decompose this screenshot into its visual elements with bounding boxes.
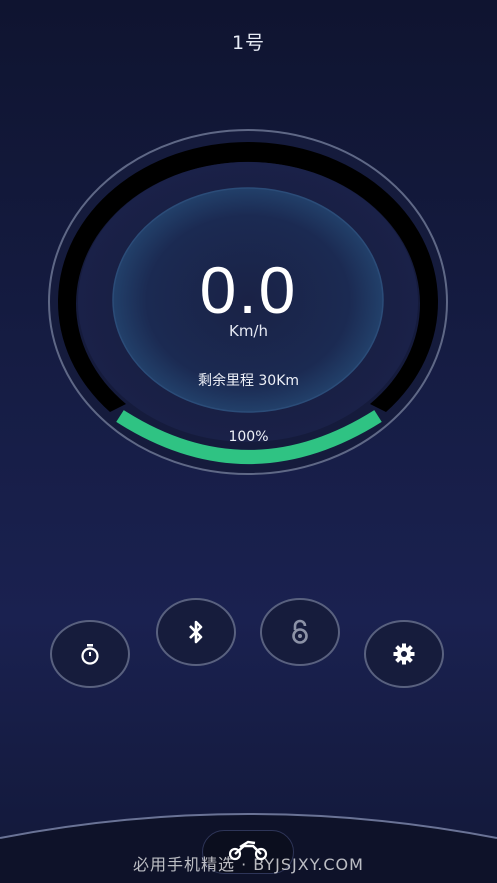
speed-value: 0.0 — [199, 253, 298, 327]
bluetooth-button[interactable] — [156, 598, 236, 666]
settings-button[interactable] — [364, 620, 444, 688]
watermark: 必用手机精选 · BYJSJXY.COM — [133, 855, 364, 874]
bluetooth-icon — [189, 620, 203, 644]
speed-unit: Km/h — [228, 322, 268, 340]
battery-percent: 100% — [228, 429, 269, 445]
remaining-range: 剩余里程 30Km — [197, 373, 300, 389]
timer-button[interactable] — [50, 620, 130, 688]
gear-icon — [393, 643, 415, 665]
unlock-icon — [292, 619, 308, 644]
stopwatch-icon — [81, 644, 99, 665]
lock-button[interactable] — [260, 598, 340, 666]
